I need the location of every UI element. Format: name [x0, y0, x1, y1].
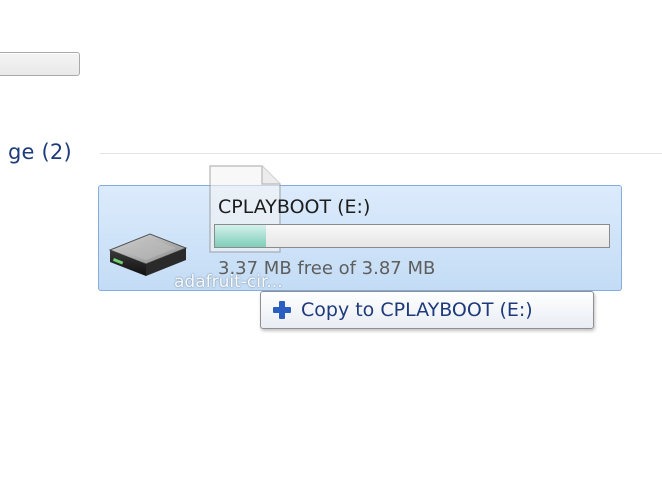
group-header-label: ge (2) — [8, 140, 72, 164]
dragged-file-name: adafruit-cir... — [174, 272, 283, 292]
group-divider — [100, 153, 662, 154]
address-bar[interactable] — [0, 52, 80, 76]
plus-icon — [273, 301, 291, 319]
drop-tooltip: Copy to CPLAYBOOT (E:) — [260, 291, 594, 329]
capacity-bar — [214, 224, 610, 248]
drive-name: CPLAYBOOT (E:) — [218, 196, 371, 218]
drop-tooltip-text: Copy to CPLAYBOOT (E:) — [301, 299, 533, 321]
capacity-bar-fill — [215, 225, 267, 247]
